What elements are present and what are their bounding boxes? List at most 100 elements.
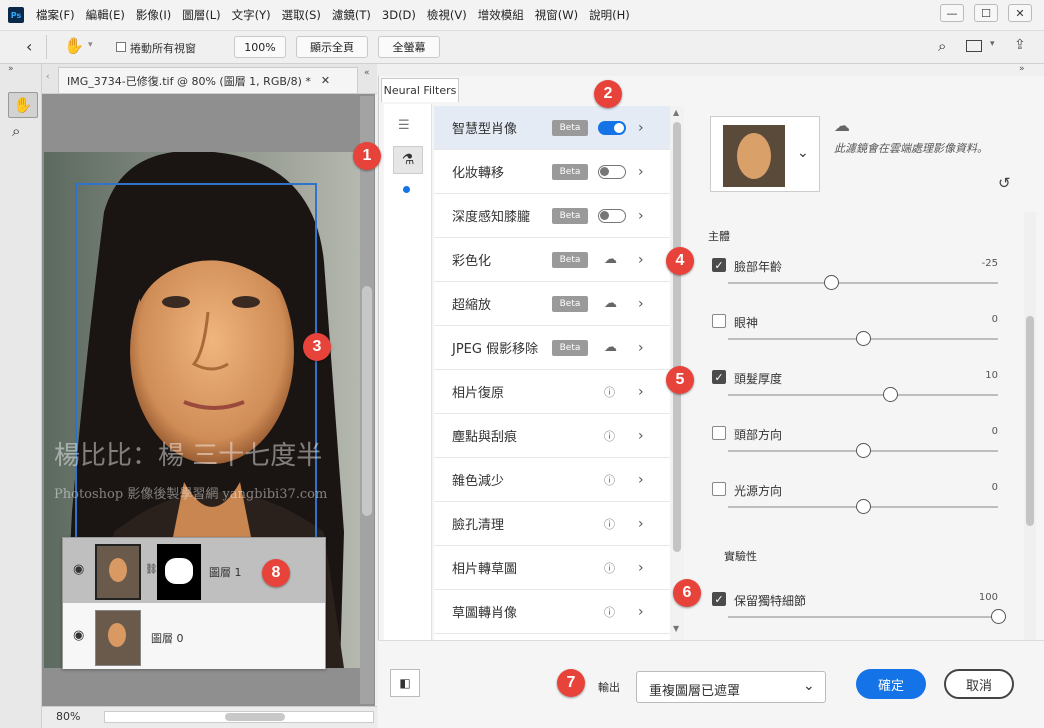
filter-row[interactable]: 相片復原 ⓘ › [434,370,670,414]
layer-mask-thumbnail[interactable] [157,544,201,600]
output-dropdown[interactable]: 重複圖層已遮罩 ⌄ [636,671,826,703]
hand-tool-icon[interactable]: ✋ [64,36,84,55]
scrollbar-thumb[interactable] [673,122,681,552]
layer-name[interactable]: 圖層 1 [209,564,242,580]
menu-type[interactable]: 文字(Y) [232,7,271,23]
info-icon[interactable]: ⓘ [604,560,615,576]
info-icon[interactable]: ⓘ [604,428,615,444]
slider-thumb[interactable] [991,609,1006,624]
cloud-download-icon[interactable]: ☁ [604,340,617,355]
filter-row[interactable]: 塵點與刮痕 ⓘ › [434,414,670,458]
filter-row[interactable]: 彩色化 Beta ☁ › [434,238,670,282]
menu-select[interactable]: 選取(S) [282,7,321,23]
link-icon[interactable]: ⛓ [145,564,158,575]
eye-icon[interactable]: ◉ [73,562,84,577]
cancel-button[interactable]: 取消 [944,669,1014,699]
slider-checkbox[interactable] [712,482,726,496]
cloud-download-icon[interactable]: ☁ [604,252,617,267]
menu-window[interactable]: 視窗(W) [535,7,578,23]
preview-toggle-icon[interactable]: ◧ [390,669,420,697]
collapse-arrows-icon[interactable]: » [1019,64,1025,74]
scrollbar-thumb[interactable] [1026,316,1034,526]
share-icon[interactable]: ⇪ [1014,37,1026,53]
slider-thumb[interactable] [823,275,839,290]
menu-3d[interactable]: 3D(D) [382,8,416,22]
chevron-right-icon[interactable]: › [638,340,644,356]
horizontal-scrollbar[interactable] [104,711,374,723]
reference-image-picker[interactable]: ⌄ [710,116,820,192]
filter-row[interactable]: 臉孔清理 ⓘ › [434,502,670,546]
chevron-right-icon[interactable]: › [638,428,644,444]
scroll-left-icon[interactable]: ‹ [46,72,50,82]
reset-icon[interactable]: ↺ [998,174,1011,192]
sliders-icon[interactable]: ☰ [398,118,410,133]
info-icon[interactable]: ⓘ [604,472,615,488]
layer-thumbnail[interactable] [95,610,141,666]
chevron-right-icon[interactable]: › [638,120,644,136]
slider-thumb[interactable] [856,331,871,346]
info-icon[interactable]: ⓘ [604,604,615,620]
filter-row[interactable]: 智慧型肖像 Beta › [434,106,670,150]
minimize-button[interactable]: — [940,4,964,22]
slider-checkbox[interactable] [712,426,726,440]
slider-checkbox[interactable] [712,314,726,328]
zoom-100-button[interactable]: 100% [234,36,286,58]
document-tab[interactable]: IMG_3734-已修復.tif @ 80% (圖層 1, RGB/8) * ✕ [58,67,358,93]
cloud-download-icon[interactable]: ☁ [604,296,617,311]
scrollbar-thumb[interactable] [225,713,285,721]
slider-track[interactable] [728,282,998,284]
chevron-right-icon[interactable]: › [638,516,644,532]
slider-track[interactable] [728,616,998,618]
filter-row[interactable]: 草圖轉肖像 ⓘ › [434,590,670,634]
layer-name[interactable]: 圖層 0 [151,630,184,646]
layer-row[interactable]: ◉ 圖層 0 [63,604,325,669]
filter-row[interactable]: 雜色減少 ⓘ › [434,458,670,502]
filter-row[interactable]: JPEG 假影移除 Beta ☁ › [434,326,670,370]
menu-filter[interactable]: 濾鏡(T) [332,7,371,23]
chevron-right-icon[interactable]: › [638,384,644,400]
menu-help[interactable]: 說明(H) [589,7,630,23]
workspace-icon[interactable] [966,40,982,52]
settings-scrollbar[interactable] [1024,212,1036,640]
close-button[interactable]: ✕ [1008,4,1032,22]
chevron-right-icon[interactable]: › [638,472,644,488]
collapse-arrows-icon[interactable]: » [8,64,14,74]
scroll-all-checkbox[interactable] [116,42,126,52]
zoom-level[interactable]: 80% [56,710,80,723]
close-icon[interactable]: ✕ [321,74,330,87]
chevron-down-icon[interactable]: ⌄ [797,145,809,161]
scroll-down-icon[interactable]: ▼ [673,624,679,633]
slider-checkbox[interactable]: ✓ [712,370,726,384]
chevron-right-icon[interactable]: › [638,560,644,576]
zoom-tool-icon[interactable]: ⌕ [12,122,20,140]
search-icon[interactable]: ⌕ [938,37,946,55]
filter-row[interactable]: 化妝轉移 Beta › [434,150,670,194]
hand-tool-icon[interactable]: ✋ [8,92,38,118]
eye-icon[interactable]: ◉ [73,628,84,643]
chevron-down-icon[interactable]: ▾ [88,40,93,50]
slider-thumb[interactable] [883,387,898,402]
slider-track[interactable] [728,394,998,396]
flask-icon[interactable]: ⚗ [393,146,423,174]
canvas-vertical-scrollbar[interactable] [360,96,374,704]
menu-image[interactable]: 影像(I) [136,7,171,23]
slider-thumb[interactable] [856,499,871,514]
chevron-right-icon[interactable]: › [638,164,644,180]
layer-thumbnail[interactable] [95,544,141,600]
filter-row[interactable]: 超縮放 Beta ☁ › [434,282,670,326]
chevron-right-icon[interactable]: › [638,604,644,620]
ok-button[interactable]: 確定 [856,669,926,699]
info-icon[interactable]: ⓘ [604,384,615,400]
menu-layer[interactable]: 圖層(L) [182,7,220,23]
chevron-right-icon[interactable]: › [638,296,644,312]
chevron-right-icon[interactable]: › [638,208,644,224]
info-icon[interactable]: ⓘ [604,516,615,532]
filter-toggle[interactable] [598,120,626,135]
menu-view[interactable]: 檢視(V) [427,7,467,23]
filter-toggle[interactable] [598,164,626,179]
neural-filters-tab[interactable]: Neural Filters [381,78,459,102]
filter-toggle[interactable] [598,208,626,223]
scrollbar-thumb[interactable] [362,286,372,516]
chevron-down-icon[interactable]: ▾ [990,39,995,49]
slider-checkbox[interactable]: ✓ [712,258,726,272]
